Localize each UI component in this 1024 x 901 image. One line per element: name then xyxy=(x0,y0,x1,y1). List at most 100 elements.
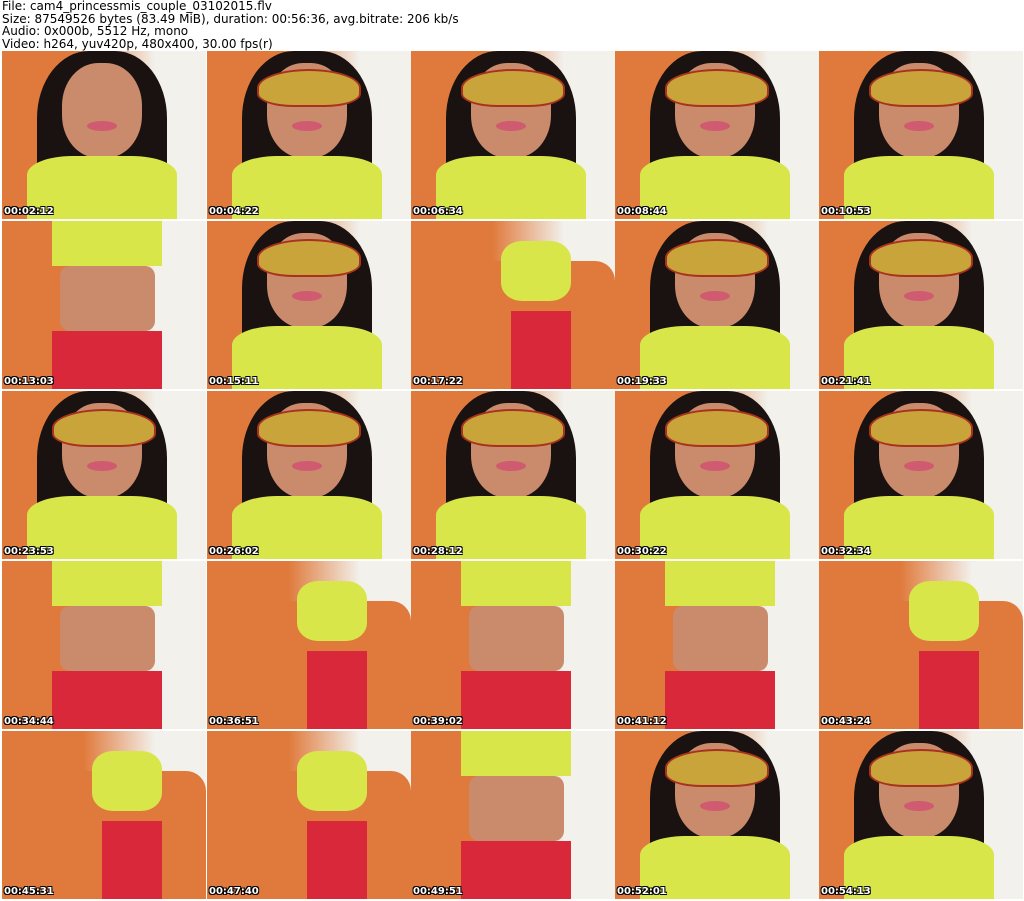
pants-shape xyxy=(461,671,571,729)
video-thumbnail[interactable]: 00:41:12 xyxy=(615,561,819,729)
video-thumbnail[interactable]: 00:04:22 xyxy=(207,51,411,219)
mask-shape xyxy=(52,409,156,447)
video-thumbnail[interactable]: 00:26:02 xyxy=(207,391,411,559)
torso-shape xyxy=(673,606,768,671)
timestamp-label: 00:04:22 xyxy=(209,206,259,217)
mask-shape xyxy=(665,239,769,277)
shirt-shape xyxy=(909,581,979,641)
lips-shape xyxy=(700,461,730,471)
shirt-shape xyxy=(665,561,775,606)
pants-shape xyxy=(307,651,367,729)
video-thumbnail[interactable]: 00:17:22 xyxy=(411,221,615,389)
timestamp-label: 00:13:03 xyxy=(4,376,54,387)
file-name-line: File: cam4_princessmis_couple_03102015.f… xyxy=(2,0,272,13)
video-thumbnail[interactable]: 00:23:53 xyxy=(2,391,206,559)
timestamp-label: 00:02:12 xyxy=(4,206,54,217)
lips-shape xyxy=(700,121,730,131)
thumbnail-grid: 00:02:12 00:04:22 00:06:34 00:08:44 00:10:53… xyxy=(0,50,1024,901)
mask-shape xyxy=(257,69,361,107)
lips-shape xyxy=(904,121,934,131)
mask-shape xyxy=(461,69,565,107)
shirt-shape xyxy=(297,751,367,811)
video-thumbnail[interactable]: 00:39:02 xyxy=(411,561,615,729)
video-thumbnail[interactable]: 00:45:31 xyxy=(2,731,206,899)
torso-shape xyxy=(60,266,155,331)
video-thumbnail[interactable]: 00:28:12 xyxy=(411,391,615,559)
shirt-shape xyxy=(92,751,162,811)
timestamp-label: 00:23:53 xyxy=(4,546,54,557)
lips-shape xyxy=(292,291,322,301)
lips-shape xyxy=(496,121,526,131)
timestamp-label: 00:10:53 xyxy=(821,206,871,217)
lips-shape xyxy=(87,461,117,471)
mask-shape xyxy=(257,239,361,277)
mask-shape xyxy=(869,409,973,447)
timestamp-label: 00:30:22 xyxy=(617,546,667,557)
pants-shape xyxy=(919,651,979,729)
video-thumbnail[interactable]: 00:13:03 xyxy=(2,221,206,389)
timestamp-label: 00:28:12 xyxy=(413,546,463,557)
timestamp-label: 00:36:51 xyxy=(209,716,259,727)
timestamp-label: 00:32:34 xyxy=(821,546,871,557)
timestamp-label: 00:49:51 xyxy=(413,886,463,897)
pants-shape xyxy=(102,821,162,899)
lips-shape xyxy=(700,291,730,301)
timestamp-label: 00:08:44 xyxy=(617,206,667,217)
video-thumbnail[interactable]: 00:36:51 xyxy=(207,561,411,729)
pants-shape xyxy=(307,821,367,899)
video-thumbnail[interactable]: 00:21:41 xyxy=(819,221,1023,389)
pants-shape xyxy=(665,671,775,729)
video-thumbnail[interactable]: 00:47:40 xyxy=(207,731,411,899)
timestamp-label: 00:19:33 xyxy=(617,376,667,387)
pants-shape xyxy=(52,331,162,389)
timestamp-label: 00:45:31 xyxy=(4,886,54,897)
mask-shape xyxy=(665,409,769,447)
file-info-header: File: cam4_princessmis_couple_03102015.f… xyxy=(2,0,1022,50)
mask-shape xyxy=(869,69,973,107)
timestamp-label: 00:15:11 xyxy=(209,376,259,387)
timestamp-label: 00:39:02 xyxy=(413,716,463,727)
video-thumbnail[interactable]: 00:02:12 xyxy=(2,51,206,219)
timestamp-label: 00:06:34 xyxy=(413,206,463,217)
video-thumbnail[interactable]: 00:34:44 xyxy=(2,561,206,729)
video-thumbnail[interactable]: 00:15:11 xyxy=(207,221,411,389)
shirt-shape xyxy=(52,221,162,266)
timestamp-label: 00:34:44 xyxy=(4,716,54,727)
torso-shape xyxy=(60,606,155,671)
video-thumbnail[interactable]: 00:43:24 xyxy=(819,561,1023,729)
mask-shape xyxy=(665,749,769,787)
lips-shape xyxy=(87,121,117,131)
timestamp-label: 00:47:40 xyxy=(209,886,259,897)
face-shape xyxy=(62,63,142,158)
pants-shape xyxy=(52,671,162,729)
video-thumbnail[interactable]: 00:49:51 xyxy=(411,731,615,899)
lips-shape xyxy=(496,461,526,471)
shirt-shape xyxy=(461,731,571,776)
lips-shape xyxy=(904,461,934,471)
timestamp-label: 00:43:24 xyxy=(821,716,871,727)
video-thumbnail[interactable]: 00:06:34 xyxy=(411,51,615,219)
torso-shape xyxy=(469,776,564,841)
mask-shape xyxy=(665,69,769,107)
video-thumbnail[interactable]: 00:30:22 xyxy=(615,391,819,559)
video-thumbnail[interactable]: 00:54:13 xyxy=(819,731,1023,899)
video-info-line: Video: h264, yuv420p, 480x400, 30.00 fps… xyxy=(2,36,273,51)
video-thumbnail[interactable]: 00:32:34 xyxy=(819,391,1023,559)
shirt-shape xyxy=(501,241,571,301)
mask-shape xyxy=(869,239,973,277)
shirt-shape xyxy=(297,581,367,641)
lips-shape xyxy=(904,291,934,301)
video-thumbnail[interactable]: 00:19:33 xyxy=(615,221,819,389)
lips-shape xyxy=(292,121,322,131)
timestamp-label: 00:54:13 xyxy=(821,886,871,897)
mask-shape xyxy=(257,409,361,447)
pants-shape xyxy=(511,311,571,389)
timestamp-label: 00:21:41 xyxy=(821,376,871,387)
mask-shape xyxy=(869,749,973,787)
lips-shape xyxy=(904,801,934,811)
video-thumbnail[interactable]: 00:52:01 xyxy=(615,731,819,899)
video-thumbnail[interactable]: 00:10:53 xyxy=(819,51,1023,219)
pants-shape xyxy=(461,841,571,899)
lips-shape xyxy=(700,801,730,811)
video-thumbnail[interactable]: 00:08:44 xyxy=(615,51,819,219)
